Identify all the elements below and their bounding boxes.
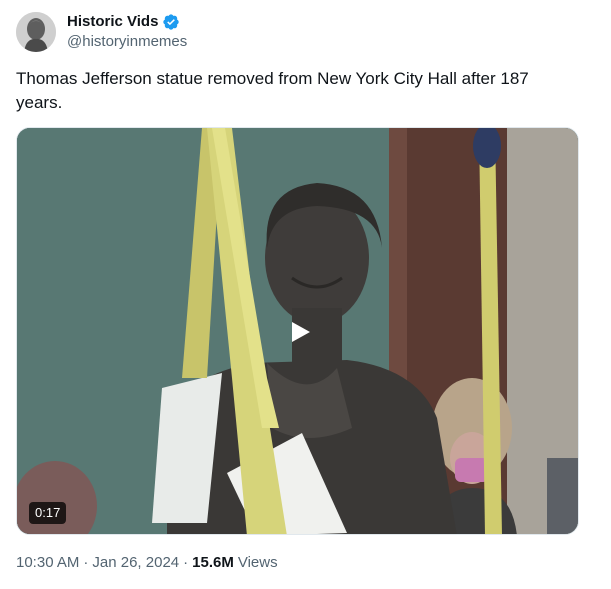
tweet-date[interactable]: Jan 26, 2024 (92, 553, 179, 573)
tweet-meta: 10:30 AM · Jan 26, 2024 · 15.6M Views (16, 553, 278, 573)
tweet-text: Thomas Jefferson statue removed from New… (16, 69, 529, 112)
play-icon (292, 322, 310, 342)
verified-badge-icon (163, 14, 180, 30)
avatar[interactable] (16, 12, 56, 52)
meta-separator: · (183, 554, 189, 571)
author-handle[interactable]: @historyinmemes (67, 33, 187, 51)
author-name-row[interactable]: Historic Vids (67, 12, 180, 32)
author-display-name[interactable]: Historic Vids (67, 12, 158, 32)
video-player[interactable]: 0:17 (16, 127, 579, 535)
views-count[interactable]: 15.6M (192, 553, 234, 573)
tweet-time[interactable]: 10:30 AM (16, 553, 79, 573)
video-duration-badge: 0:17 (29, 502, 67, 524)
views-label: Views (237, 554, 278, 571)
avatar-image (16, 12, 56, 52)
tweet: Historic Vids @historyinmemes Thomas Jef… (0, 0, 611, 589)
play-button[interactable] (282, 314, 318, 350)
meta-separator: · (83, 554, 89, 571)
